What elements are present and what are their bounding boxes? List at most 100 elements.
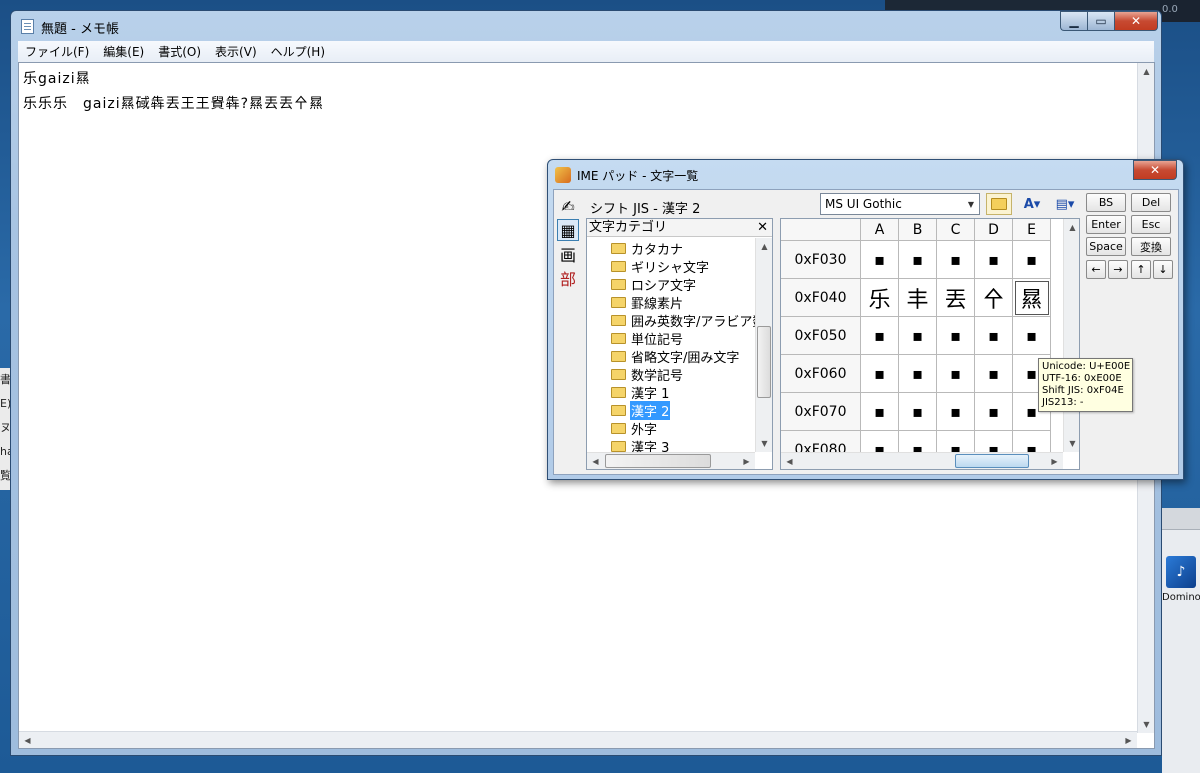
grid-vertical-scrollbar[interactable]: ▲ ▼ <box>1063 219 1079 452</box>
font-style-button[interactable]: A▾ <box>1018 193 1046 215</box>
convert-key[interactable]: 変換 <box>1131 237 1171 256</box>
view-mode-button[interactable]: ▤▾ <box>1051 193 1079 215</box>
menu-format[interactable]: 書式(O) <box>151 43 208 60</box>
category-item[interactable]: カタカナ <box>611 239 684 258</box>
close-button[interactable]: ✕ <box>1114 11 1158 31</box>
grid-character-cell[interactable]: 乐 <box>861 279 899 317</box>
stroke-count-tool[interactable]: 画 <box>557 243 579 265</box>
scroll-up-icon[interactable]: ▲ <box>756 238 773 255</box>
grid-character-cell[interactable]: ▪ <box>975 317 1013 355</box>
scroll-right-icon[interactable]: ▶ <box>1046 453 1063 469</box>
category-item[interactable]: 数学記号 <box>611 365 684 384</box>
category-scroll-thumb[interactable] <box>757 326 771 398</box>
del-key[interactable]: Del <box>1131 193 1171 212</box>
category-item[interactable]: ロシア文字 <box>611 275 697 294</box>
space-key[interactable]: Space <box>1086 237 1126 256</box>
grid-character-cell[interactable]: ▪ <box>937 431 975 452</box>
handwriting-tool-icon[interactable]: ✍ <box>557 195 579 217</box>
grid-character-cell[interactable]: ▪ <box>861 431 899 452</box>
grid-character-cell[interactable]: ▪ <box>861 355 899 393</box>
grid-character-cell[interactable]: ▪ <box>861 241 899 279</box>
scroll-left-icon[interactable]: ◀ <box>19 732 36 749</box>
maximize-button[interactable]: ▭ <box>1087 11 1114 31</box>
arrow-up-key[interactable]: ↑ <box>1131 260 1151 279</box>
grid-character-cell[interactable]: ▪ <box>937 355 975 393</box>
ime-close-button[interactable]: ✕ <box>1133 160 1177 180</box>
scroll-down-icon[interactable]: ▼ <box>756 435 773 452</box>
grid-character-cell[interactable]: ▪ <box>975 431 1013 452</box>
font-select[interactable]: MS UI Gothic ▼ <box>820 193 980 215</box>
category-item[interactable]: 外字 <box>611 419 658 438</box>
grid-character-cell[interactable]: ▪ <box>899 355 937 393</box>
folder-toolbar-button[interactable] <box>986 193 1012 215</box>
scroll-right-icon[interactable]: ▶ <box>1120 732 1137 749</box>
category-close-icon[interactable]: ✕ <box>757 219 768 236</box>
arrow-right-key[interactable]: → <box>1108 260 1128 279</box>
category-item[interactable]: ギリシャ文字 <box>611 257 710 276</box>
grid-row-header: 0xF060 <box>781 355 861 393</box>
menu-file[interactable]: ファイル(F) <box>18 43 96 60</box>
category-vertical-scrollbar[interactable]: ▲ ▼ <box>755 238 772 452</box>
grid-hscroll-thumb[interactable] <box>955 454 1029 468</box>
grid-character-cell[interactable]: ▪ <box>899 431 937 452</box>
grid-character-cell[interactable]: 丰 <box>899 279 937 317</box>
arrow-down-key[interactable]: ↓ <box>1153 260 1173 279</box>
grid-character-cell[interactable]: ▪ <box>975 355 1013 393</box>
grid-character-cell[interactable]: ▪ <box>1013 431 1051 452</box>
minimize-button[interactable]: ▁ <box>1060 11 1087 31</box>
grid-character-cell[interactable]: 丟 <box>937 279 975 317</box>
category-item[interactable]: 漢字 3 <box>611 437 670 452</box>
grid-character-cell[interactable]: ▪ <box>975 241 1013 279</box>
category-item[interactable]: 省略文字/囲み文字 <box>611 347 740 366</box>
scroll-up-icon[interactable]: ▲ <box>1064 219 1079 236</box>
category-item[interactable]: 囲み英数字/アラビア数 <box>611 311 755 330</box>
folder-icon <box>611 242 626 254</box>
grid-row-header: 0xF030 <box>781 241 861 279</box>
grid-character-cell[interactable]: ▪ <box>937 393 975 431</box>
grid-horizontal-scrollbar[interactable]: ◀ ▶ <box>781 452 1063 469</box>
scroll-left-icon[interactable]: ◀ <box>587 453 604 470</box>
category-horizontal-scrollbar[interactable]: ◀ ▶ <box>587 452 755 469</box>
category-list[interactable]: カタカナ ギリシャ文字ロシア文字 罫線素片囲み英数字/アラビア数 単位記号 省略文字/囲… <box>587 238 755 452</box>
scroll-down-icon[interactable]: ▼ <box>1064 435 1079 452</box>
notepad-line-2: 乐乐乐 gaizi㬎䂸犇丟王王䝿犇?㬎丟丟㐃㬎 <box>23 96 325 112</box>
grid-character-cell[interactable]: ▪ <box>1013 317 1051 355</box>
scroll-down-icon[interactable]: ▼ <box>1138 716 1155 733</box>
grid-character-cell[interactable]: ▪ <box>899 393 937 431</box>
scroll-left-icon[interactable]: ◀ <box>781 453 798 469</box>
category-hscroll-thumb[interactable] <box>605 454 711 468</box>
category-item-label: 囲み英数字/アラビア数 <box>631 314 755 330</box>
category-item[interactable]: 漢字 1 <box>611 383 670 402</box>
category-item[interactable]: 漢字 2 <box>611 400 671 420</box>
character-list-tool-icon[interactable]: ▦ <box>557 219 579 241</box>
folder-icon <box>611 296 626 308</box>
notepad-menubar: ファイル(F) 編集(E) 書式(O) 表示(V) ヘルプ(H) <box>18 41 1154 62</box>
esc-key[interactable]: Esc <box>1131 215 1171 234</box>
category-item[interactable]: 罫線素片 <box>611 293 684 312</box>
menu-help[interactable]: ヘルプ(H) <box>264 43 332 60</box>
notepad-titlebar[interactable]: 無題 - メモ帳 ▁ ▭ ✕ <box>11 11 1161 41</box>
menu-view[interactable]: 表示(V) <box>208 43 264 60</box>
category-item-label: ロシア文字 <box>631 278 697 294</box>
grid-character-cell[interactable]: ▪ <box>937 241 975 279</box>
grid-character-cell[interactable]: 㬎 <box>1013 279 1051 317</box>
domino-app-label: Domino <box>1162 592 1200 603</box>
scroll-up-icon[interactable]: ▲ <box>1138 63 1155 80</box>
grid-character-cell[interactable]: ▪ <box>899 241 937 279</box>
notepad-horizontal-scrollbar[interactable]: ◀ ▶ <box>19 731 1137 748</box>
radical-tool[interactable]: 部 <box>557 267 579 289</box>
grid-character-cell[interactable]: ▪ <box>1013 241 1051 279</box>
enter-key[interactable]: Enter <box>1086 215 1126 234</box>
grid-character-cell[interactable]: 㐃 <box>975 279 1013 317</box>
domino-app-icon[interactable]: ♪ <box>1166 556 1196 588</box>
grid-character-cell[interactable]: ▪ <box>861 393 899 431</box>
grid-character-cell[interactable]: ▪ <box>937 317 975 355</box>
scroll-right-icon[interactable]: ▶ <box>738 453 755 470</box>
category-item[interactable]: 単位記号 <box>611 329 684 348</box>
grid-character-cell[interactable]: ▪ <box>975 393 1013 431</box>
bs-key[interactable]: BS <box>1086 193 1126 212</box>
grid-character-cell[interactable]: ▪ <box>861 317 899 355</box>
grid-character-cell[interactable]: ▪ <box>899 317 937 355</box>
arrow-left-key[interactable]: ← <box>1086 260 1106 279</box>
menu-edit[interactable]: 編集(E) <box>96 43 151 60</box>
